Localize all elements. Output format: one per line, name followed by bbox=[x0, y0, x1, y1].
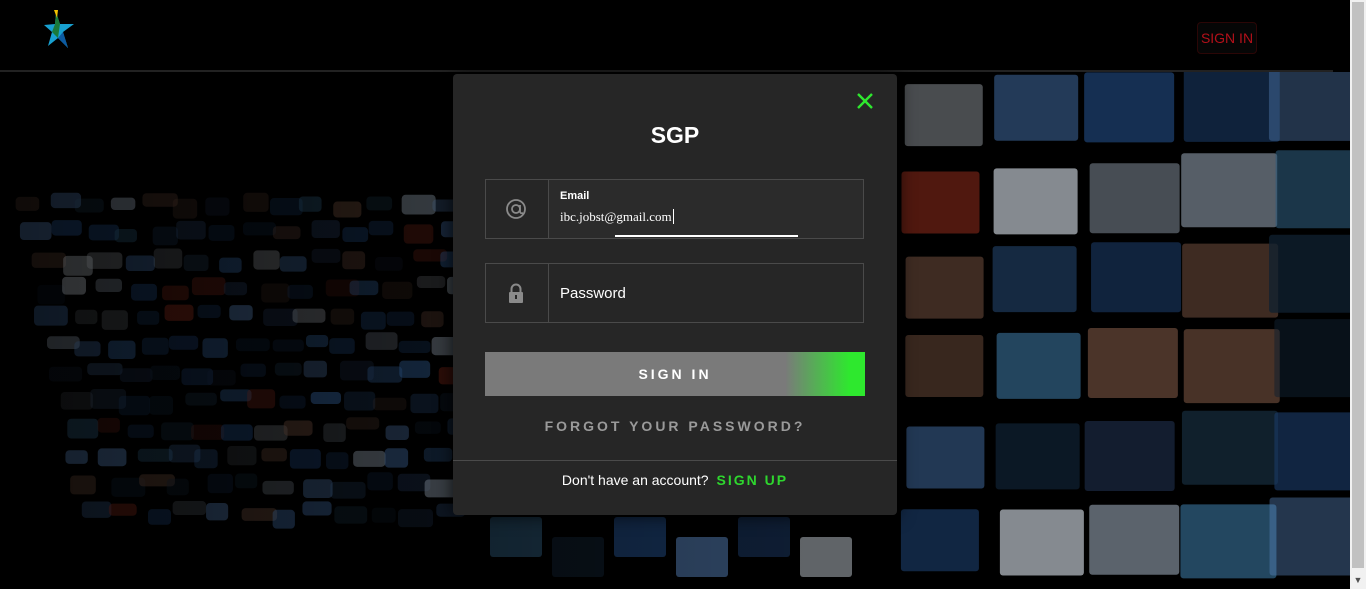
sign-in-button[interactable]: SIGN IN bbox=[485, 352, 865, 396]
close-icon[interactable] bbox=[854, 90, 876, 112]
email-focus-underline bbox=[615, 235, 798, 237]
email-label: Email bbox=[560, 190, 590, 202]
email-value[interactable]: ibc.jobst@gmail.com bbox=[560, 209, 674, 225]
modal-title: SGP bbox=[650, 122, 700, 148]
header-sign-in-button[interactable]: SIGN IN bbox=[1197, 22, 1257, 54]
header-divider bbox=[0, 70, 1333, 72]
email-icon-box bbox=[486, 180, 549, 238]
password-icon-box bbox=[486, 264, 549, 322]
email-field[interactable]: Email ibc.jobst@gmail.com bbox=[485, 179, 864, 239]
forgot-password-link[interactable]: FORGOT YOUR PASSWORD? bbox=[453, 418, 897, 434]
at-icon bbox=[506, 199, 526, 219]
signup-prompt: Don't have an account? bbox=[561, 472, 709, 488]
email-input[interactable]: Email ibc.jobst@gmail.com bbox=[549, 180, 863, 238]
scrollbar-thumb[interactable] bbox=[1352, 2, 1364, 568]
text-caret bbox=[672, 209, 674, 224]
password-field[interactable]: Password bbox=[485, 263, 864, 323]
vertical-scrollbar[interactable]: ▼ bbox=[1350, 0, 1366, 589]
password-placeholder: Password bbox=[560, 285, 626, 302]
modal-divider bbox=[453, 460, 897, 461]
signup-row: Don't have an account? SIGN UP bbox=[453, 472, 897, 488]
email-value-text: ibc.jobst@gmail.com bbox=[560, 209, 672, 224]
password-input[interactable]: Password bbox=[549, 264, 863, 322]
scroll-down-arrow-icon[interactable]: ▼ bbox=[1350, 573, 1366, 587]
header: SIGN IN bbox=[0, 0, 1350, 72]
sign-up-link[interactable]: SIGN UP bbox=[716, 472, 788, 488]
logo-star-icon[interactable] bbox=[42, 10, 78, 52]
lock-icon bbox=[509, 283, 523, 303]
sign-in-modal: SGP Email ibc.jobst@gmail.com Password S… bbox=[453, 74, 897, 515]
page: SIGN IN SGP Email ibc.jobst@gmail.com Pa… bbox=[0, 0, 1366, 589]
